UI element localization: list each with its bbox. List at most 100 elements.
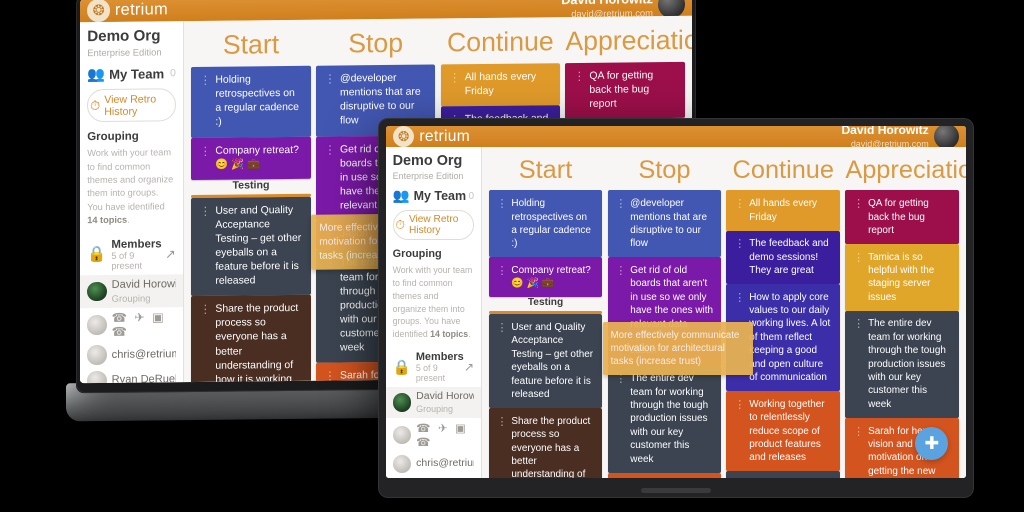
card-drag-handle-icon[interactable]: ⋮ [324, 73, 334, 89]
laptop-hinge-notch [641, 488, 711, 493]
retro-card[interactable]: ⋮ The entire dev team for working throug… [607, 365, 722, 473]
member-list-item[interactable]: ☎ ✈ ▣ ☎ [386, 418, 481, 452]
retro-card[interactable]: ⋮ Holding retrospectives on a regular ca… [488, 190, 603, 258]
retro-card[interactable]: ⋮ All hands every Friday [440, 63, 560, 107]
card-drag-handle-icon[interactable]: ⋮ [734, 197, 745, 212]
card-drag-handle-icon[interactable]: ⋮ [734, 291, 745, 306]
brand[interactable]: ❂ retrium [392, 126, 471, 148]
column-cards: ⋮ Holding retrospectives on a regular ca… [488, 190, 603, 478]
top-bar: ❂ retrium David Horowitz david@retrium.c… [386, 126, 966, 150]
card-drag-handle-icon[interactable]: ⋮ [200, 204, 210, 220]
card-text: Company retreat? 😊 🎉 💼 [511, 264, 591, 290]
retro-card[interactable]: ⋮ Tamica is so helpful with the staging … [845, 243, 960, 311]
retro-card[interactable]: ⋮ Deploying awesome features every week! [726, 471, 841, 478]
card-text: Working together to relentlessly reduce … [749, 398, 825, 464]
retro-card[interactable]: ⋮ Share the product process so everyone … [488, 408, 603, 478]
member-name: Ryan DeRuelle [111, 373, 176, 384]
member-list: David Horowitz (you) Grouping ☎ ✈ ▣ ☎ ch… [386, 387, 481, 478]
retro-card[interactable]: ⋮ User and Quality Acceptance Testing – … [488, 314, 603, 409]
card-text: Company retreat? 😊 🎉 💼 [215, 144, 299, 171]
card-drag-handle-icon[interactable]: ⋮ [615, 264, 626, 279]
share-icon[interactable]: ↗ [464, 360, 474, 374]
grouping-title: Grouping [87, 130, 139, 144]
add-plus-icon: ✚ [924, 433, 940, 454]
board-column-start: Start ⋮ Holding retrospectives on a regu… [488, 155, 603, 478]
member-list-item[interactable]: David Horowitz (you) Grouping [80, 274, 184, 309]
card-drag-handle-icon[interactable]: ⋮ [574, 70, 584, 86]
sidebar: Demo Org Enterprise Edition 👥 My Team 0 … [386, 147, 482, 478]
view-retro-history-button[interactable]: ⏱ View Retro History [392, 209, 475, 241]
card-drag-handle-icon[interactable]: ⋮ [853, 317, 864, 332]
dragged-card-ghost[interactable]: More effectively communicate motivation … [602, 322, 753, 376]
card-text: User and Quality Acceptance Testing – ge… [215, 204, 302, 287]
retro-card[interactable]: ⋮ Working together to relentlessly reduc… [726, 391, 841, 472]
card-drag-handle-icon[interactable]: ⋮ [615, 197, 626, 212]
card-drag-handle-icon[interactable]: ⋮ [449, 71, 459, 87]
card-drag-handle-icon[interactable]: ⋮ [853, 251, 864, 266]
card-text: @developer mentions that are disruptive … [630, 198, 707, 250]
member-status: Grouping [416, 403, 454, 414]
retrium-app-foreground: ❂ retrium David Horowitz david@retrium.c… [386, 126, 966, 478]
column-title: Continue [447, 26, 554, 58]
member-list-item[interactable]: Ryan DeRuelle [80, 367, 183, 384]
card-drag-handle-icon[interactable]: ⋮ [324, 370, 334, 384]
card-text: The entire dev team for working through … [868, 318, 946, 410]
grouping-description: Work with your team to find common theme… [392, 265, 473, 340]
member-name: David Horowitz (you) [416, 389, 474, 402]
member-list-item[interactable]: chris@retrium.com [386, 452, 481, 476]
grouping-description: Work with your team to find common theme… [87, 147, 174, 226]
card-drag-handle-icon[interactable]: ⋮ [853, 197, 864, 212]
avatar-anonymous-icon [392, 425, 412, 445]
card-drag-handle-icon[interactable]: ⋮ [200, 74, 210, 90]
lock-icon: 🔒 [87, 246, 107, 264]
column-title: Start [518, 155, 573, 184]
card-drag-handle-icon[interactable]: ⋮ [200, 303, 210, 319]
retro-card[interactable]: ⋮ QA for getting back the bug report [565, 62, 685, 120]
user-avatar-icon[interactable] [933, 126, 960, 150]
brand[interactable]: ❂ retrium [87, 0, 168, 22]
card-drag-handle-icon[interactable]: ⋮ [734, 398, 745, 413]
member-list-item[interactable]: Ryan DeRuelle [386, 476, 481, 478]
sidebar-item-my-team[interactable]: 👥 My Team 0 [87, 65, 176, 83]
card-drag-handle-icon[interactable]: ⋮ [324, 143, 334, 159]
members-subtitle: 5 of 9 present [111, 250, 143, 271]
column-title: Start [222, 29, 280, 60]
card-drag-handle-icon[interactable]: ⋮ [496, 321, 507, 336]
card-drag-handle-icon[interactable]: ⋮ [853, 425, 864, 440]
retro-card[interactable]: ⋮ QA for getting back the bug report [845, 190, 960, 244]
retro-card[interactable]: ⋮ The entire dev team for working throug… [845, 310, 960, 418]
retro-card[interactable]: ⋮ @developer mentions that are disruptiv… [607, 190, 722, 258]
card-group-header[interactable]: Testing [191, 178, 311, 198]
retro-card[interactable]: ⋮ Holding retrospectives on a regular ca… [191, 65, 311, 138]
view-retro-history-button[interactable]: ⏱ View Retro History [87, 88, 176, 123]
column-title: Continue [732, 155, 834, 184]
card-group-header[interactable]: Testing [488, 297, 603, 315]
member-list-item[interactable]: ☎ ✈ ▣ ☎ [80, 307, 183, 342]
retro-card[interactable]: ⋮ The feedback and demo sessions! They a… [726, 230, 841, 284]
retro-card[interactable]: ⋮ Share the product process so everyone … [191, 295, 311, 384]
avatar-chris-icon [87, 345, 107, 365]
retro-board: Start ⋮ Holding retrospectives on a regu… [481, 147, 966, 478]
member-list-item[interactable]: chris@retrium.com [80, 341, 183, 368]
view-retro-history-label: View Retro History [408, 214, 459, 237]
card-drag-handle-icon[interactable]: ⋮ [496, 197, 507, 212]
sidebar-item-my-team[interactable]: 👥 My Team 0 [393, 188, 474, 204]
card-drag-handle-icon[interactable]: ⋮ [496, 264, 507, 279]
member-list: David Horowitz (you) Grouping ☎ ✈ ▣ ☎ ch… [80, 274, 184, 384]
member-list-item[interactable]: David Horowitz (you) Grouping [386, 387, 481, 419]
card-drag-handle-icon[interactable]: ⋮ [200, 144, 210, 160]
retro-card[interactable]: ⋮ Company retreat? 😊 🎉 💼 [191, 136, 311, 180]
card-drag-handle-icon[interactable]: ⋮ [496, 415, 507, 430]
retro-card[interactable]: ⋮ Company retreat? 😊 🎉 💼 [488, 257, 603, 298]
team-badge: 0 [170, 68, 176, 80]
retro-card[interactable]: ⋮ Sarah for her vision and motivation on… [607, 472, 722, 478]
retro-card[interactable]: ⋮ All hands every Friday [726, 190, 841, 231]
share-icon[interactable]: ↗ [165, 247, 176, 262]
retrium-circle-logo-icon: ❂ [87, 0, 110, 22]
retro-card[interactable]: ⋮ User and Quality Acceptance Testing – … [191, 196, 311, 297]
board-column-continue: Continue ⋮ All hands every Friday ⋮ The … [726, 155, 841, 478]
column-title: Stop [638, 155, 691, 184]
brand-name: retrium [419, 127, 471, 145]
column-title: Appreciations [565, 24, 692, 57]
card-drag-handle-icon[interactable]: ⋮ [734, 237, 745, 252]
